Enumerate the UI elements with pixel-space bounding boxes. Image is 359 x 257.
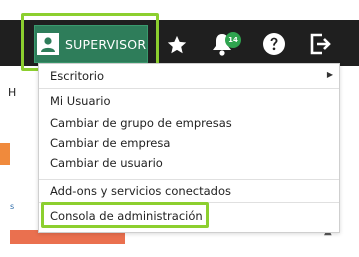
menu-item-escritorio[interactable]: Escritorio [50,69,104,83]
menu-item-cambiar-empresa[interactable]: Cambiar de empresa [50,136,170,150]
highlight-box-consola [41,202,209,228]
menu-item-cambiar-usuario[interactable]: Cambiar de usuario [50,156,163,170]
menu-item-cambiar-grupo[interactable]: Cambiar de grupo de empresas [50,116,232,130]
notification-badge: 14 [225,32,241,48]
background-orange-block [0,143,10,165]
logout-icon[interactable] [309,32,331,60]
background-link-fragment: s [10,202,15,211]
menu-divider [39,179,339,180]
menu-item-addons[interactable]: Add-ons y servicios conectados [50,184,231,198]
background-heading-fragment: H [8,86,17,99]
help-icon[interactable] [262,32,286,60]
star-icon[interactable] [166,34,188,60]
submenu-arrow-icon: ▶ [326,70,333,79]
menu-divider [39,88,339,89]
menu-item-mi-usuario[interactable]: Mi Usuario [50,94,110,108]
